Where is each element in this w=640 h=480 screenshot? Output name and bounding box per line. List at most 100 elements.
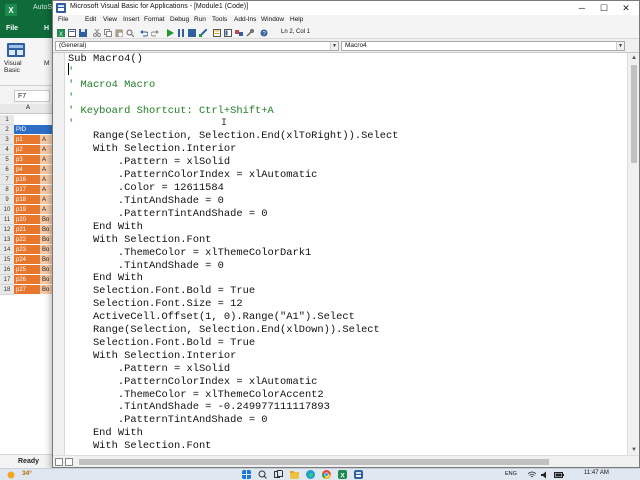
- code-line[interactable]: ActiveCell.Offset(1, 0).Range("A1").Sele…: [68, 311, 623, 324]
- battery-icon[interactable]: [554, 471, 564, 479]
- input-language[interactable]: ENG: [505, 471, 517, 477]
- cell-column-a[interactable]: p20: [14, 215, 40, 225]
- cell-column-a[interactable]: p23: [14, 245, 40, 255]
- worksheet-row[interactable]: 5 p3 A: [0, 155, 60, 165]
- code-line[interactable]: .ThemeColor = xlThemeColorAccent2: [68, 389, 623, 402]
- code-line[interactable]: With Selection.Font: [68, 234, 623, 247]
- worksheet-row[interactable]: 14 p23 Bo: [0, 245, 60, 255]
- code-line[interactable]: End With: [68, 221, 623, 234]
- visual-basic-button[interactable]: Visual Basic: [4, 60, 22, 74]
- row-header[interactable]: 7: [0, 175, 14, 185]
- paste-icon[interactable]: [115, 29, 123, 37]
- worksheet-row[interactable]: 15 p24 Bo: [0, 255, 60, 265]
- worksheet-row[interactable]: 12 p21 Bo: [0, 225, 60, 235]
- code-line[interactable]: With Selection.Interior: [68, 350, 623, 363]
- worksheet-row[interactable]: 16 p25 Bo: [0, 265, 60, 275]
- row-header[interactable]: 14: [0, 245, 14, 255]
- code-comment-line[interactable]: ' Macro4 Macro: [68, 79, 623, 92]
- macros-button[interactable]: M: [44, 60, 49, 67]
- code-line[interactable]: Selection.Font.Bold = True: [68, 285, 623, 298]
- menu-help[interactable]: Help: [290, 16, 303, 23]
- menu-run[interactable]: Run: [194, 16, 206, 23]
- code-line[interactable]: End With: [68, 427, 623, 440]
- code-comment-line[interactable]: ': [68, 92, 623, 105]
- windows-start-icon[interactable]: [242, 470, 251, 479]
- row-header[interactable]: 16: [0, 265, 14, 275]
- worksheet-row[interactable]: 3 p1 A: [0, 135, 60, 145]
- search-icon[interactable]: [258, 470, 267, 479]
- code-line[interactable]: .Pattern = xlSolid: [68, 363, 623, 376]
- menu-format[interactable]: Format: [144, 16, 165, 23]
- code-line[interactable]: .PatternColorIndex = xlAutomatic: [68, 376, 623, 389]
- cell-column-a[interactable]: p21: [14, 225, 40, 235]
- row-header[interactable]: 12: [0, 225, 14, 235]
- code-line[interactable]: .Color = 12611584: [68, 182, 623, 195]
- menu-tools[interactable]: Tools: [212, 16, 227, 23]
- worksheet-row[interactable]: 9 p18 A: [0, 195, 60, 205]
- object-browser-icon[interactable]: [235, 29, 243, 37]
- code-line[interactable]: Selection.Font.Bold = True: [68, 337, 623, 350]
- cell-column-a[interactable]: [14, 115, 40, 125]
- code-line[interactable]: .PatternTintAndShade = 0: [68, 414, 623, 427]
- tab-file[interactable]: File: [6, 25, 18, 32]
- volume-icon[interactable]: [541, 471, 549, 479]
- reset-icon[interactable]: [188, 29, 196, 37]
- properties-window-icon[interactable]: [224, 29, 232, 37]
- worksheet-row[interactable]: 4 p2 A: [0, 145, 60, 155]
- row-header[interactable]: 5: [0, 155, 14, 165]
- horizontal-scroll-thumb[interactable]: [79, 459, 549, 465]
- break-icon[interactable]: [177, 29, 185, 37]
- cell-column-a[interactable]: p1: [14, 135, 40, 145]
- row-header[interactable]: 11: [0, 215, 14, 225]
- object-dropdown[interactable]: (General) ▼: [55, 41, 339, 51]
- cell-column-a[interactable]: p26: [14, 275, 40, 285]
- code-line[interactable]: .ThemeColor = xlThemeColorDark1: [68, 247, 623, 260]
- menu-file[interactable]: File: [58, 16, 68, 23]
- code-line[interactable]: .TintAndShade = 0: [68, 260, 623, 273]
- menu-view[interactable]: View: [103, 16, 117, 23]
- edge-browser-icon[interactable]: [306, 470, 315, 479]
- row-header[interactable]: 15: [0, 255, 14, 265]
- vertical-scroll-thumb[interactable]: [631, 65, 637, 163]
- cell-column-a[interactable]: p2: [14, 145, 40, 155]
- menu-insert[interactable]: Insert: [123, 16, 139, 23]
- code-line[interactable]: Sub Macro4(): [68, 53, 623, 66]
- worksheet-row[interactable]: 13 p22 Bo: [0, 235, 60, 245]
- cell-column-a[interactable]: p22: [14, 235, 40, 245]
- scroll-down-icon[interactable]: ▼: [628, 445, 640, 455]
- code-line[interactable]: .TintAndShade = -0.249977111117893: [68, 401, 623, 414]
- column-header-a[interactable]: A: [26, 105, 30, 111]
- cell-column-a[interactable]: p24: [14, 255, 40, 265]
- copy-icon[interactable]: [104, 29, 112, 37]
- worksheet-row[interactable]: 8 p17 A: [0, 185, 60, 195]
- row-header[interactable]: 18: [0, 285, 14, 295]
- cell-column-a[interactable]: p3: [14, 155, 40, 165]
- project-explorer-icon[interactable]: [213, 29, 221, 37]
- file-explorer-icon[interactable]: [290, 470, 299, 479]
- row-header[interactable]: 6: [0, 165, 14, 175]
- weather-sun-icon[interactable]: [6, 470, 16, 480]
- menu-add-ins[interactable]: Add-Ins: [234, 16, 256, 23]
- menu-debug[interactable]: Debug: [170, 16, 189, 23]
- cell-column-a[interactable]: p19: [14, 205, 40, 215]
- worksheet-row[interactable]: 17 p26 Bo: [0, 275, 60, 285]
- find-icon[interactable]: [126, 29, 134, 37]
- cell-column-a[interactable]: p18: [14, 195, 40, 205]
- wifi-icon[interactable]: [528, 471, 536, 479]
- maximize-button[interactable]: ☐: [593, 1, 615, 15]
- code-comment-line[interactable]: ': [68, 66, 623, 79]
- undo-icon[interactable]: [140, 29, 148, 37]
- chevron-down-icon[interactable]: ▼: [616, 42, 624, 50]
- worksheet-row[interactable]: 2 PID: [0, 125, 60, 135]
- minimize-button[interactable]: ─: [571, 1, 593, 15]
- row-header[interactable]: 2: [0, 125, 14, 135]
- excel-taskbar-icon[interactable]: X: [338, 470, 347, 479]
- design-mode-icon[interactable]: [199, 29, 207, 37]
- cell-column-a[interactable]: p16: [14, 175, 40, 185]
- menu-edit[interactable]: Edit: [85, 16, 96, 23]
- close-button[interactable]: ✕: [615, 1, 637, 15]
- menu-window[interactable]: Window: [261, 16, 284, 23]
- toolbox-icon[interactable]: [246, 29, 254, 37]
- row-header[interactable]: 17: [0, 275, 14, 285]
- cell-column-a[interactable]: PID: [14, 125, 40, 135]
